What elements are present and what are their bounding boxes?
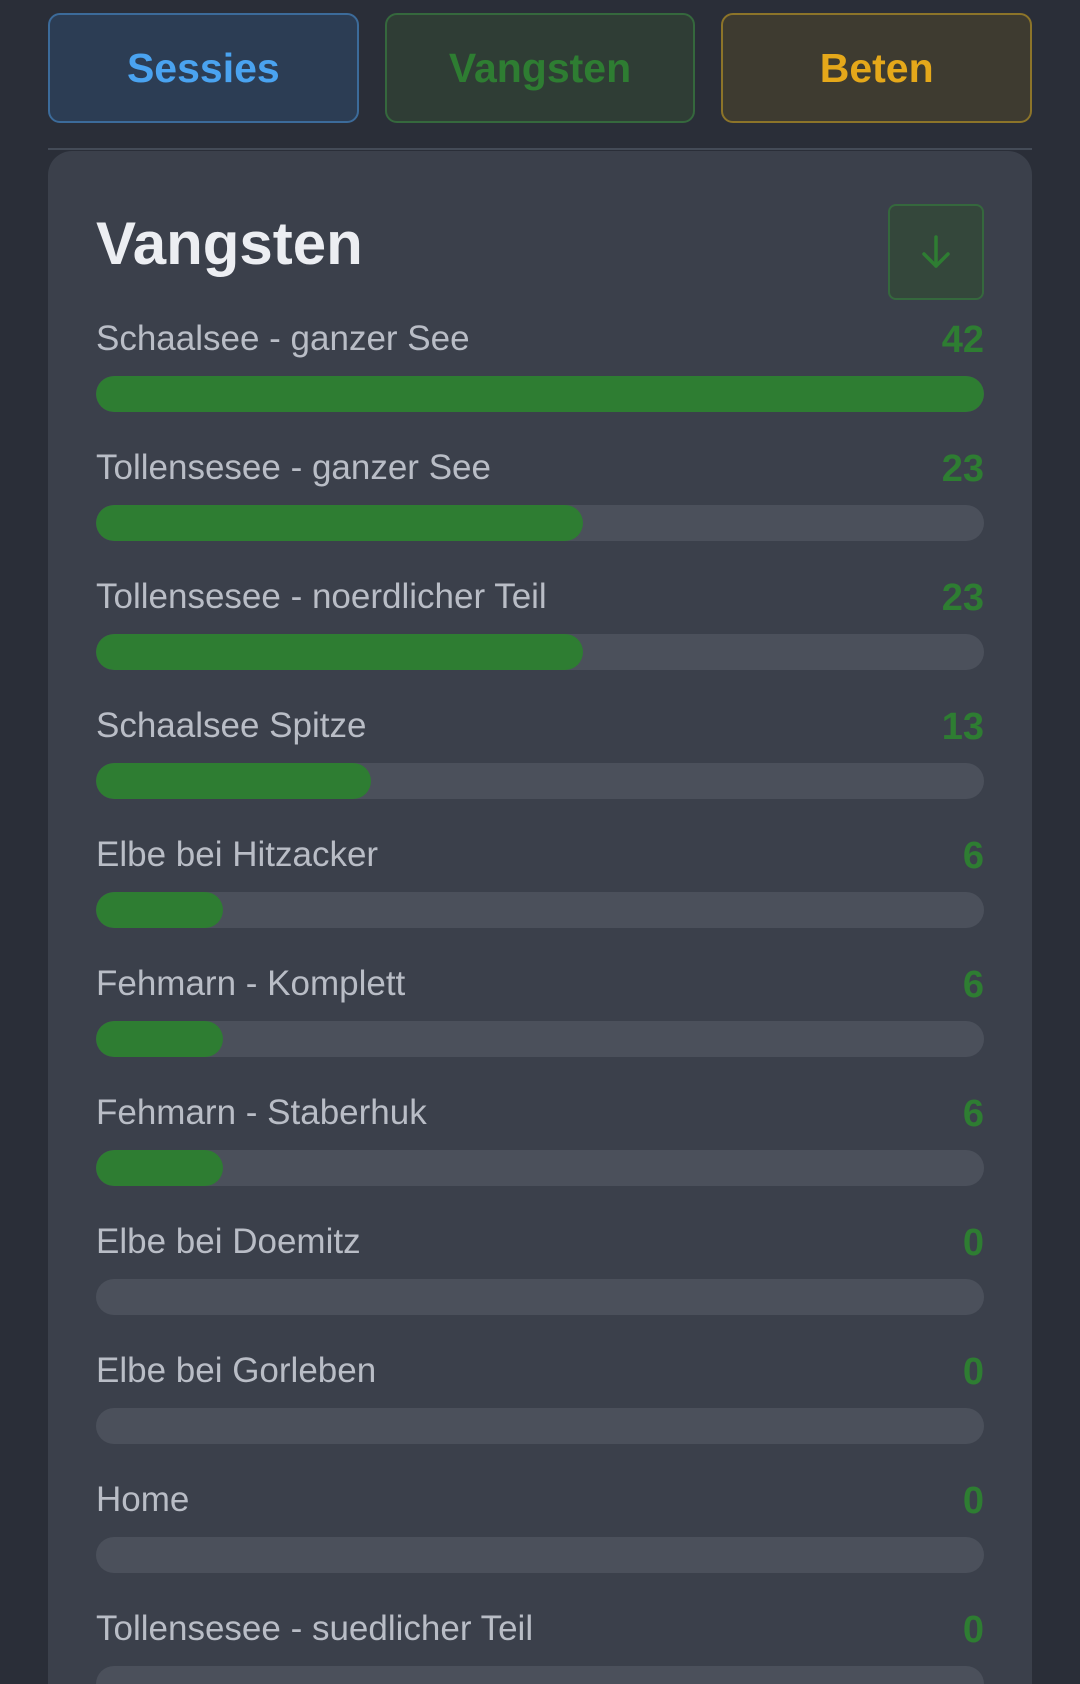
catch-count: 23 xyxy=(941,448,984,490)
catch-location-label: Elbe bei Doemitz xyxy=(96,1222,361,1261)
catch-location-label: Fehmarn - Staberhuk xyxy=(96,1093,427,1132)
catch-count: 0 xyxy=(962,1480,984,1522)
catch-location-label: Tollensesee - noerdlicher Teil xyxy=(96,577,547,616)
catch-bar-fill xyxy=(96,1021,223,1057)
tab-sessies[interactable]: Sessies xyxy=(48,13,359,123)
catch-row[interactable]: Elbe bei Hitzacker 6 xyxy=(96,835,984,964)
catch-row[interactable]: Elbe bei Doemitz 0 xyxy=(96,1222,984,1351)
catches-card: Vangsten Schaalsee - ganzer See 42 Tolle… xyxy=(48,151,1032,1684)
catch-row[interactable]: Elbe bei Gorleben 0 xyxy=(96,1351,984,1480)
catch-location-label: Home xyxy=(96,1480,190,1519)
catch-bar-fill xyxy=(96,376,984,412)
catch-bar-track xyxy=(96,634,984,670)
arrow-down-icon xyxy=(922,235,950,268)
catch-bar-track xyxy=(96,763,984,799)
catch-count: 6 xyxy=(962,964,984,1006)
catch-row[interactable]: Schaalsee Spitze 13 xyxy=(96,706,984,835)
catch-count: 0 xyxy=(962,1609,984,1651)
catch-count: 13 xyxy=(941,706,984,748)
catch-bar-track xyxy=(96,1408,984,1444)
card-title: Vangsten xyxy=(96,210,363,277)
catch-location-label: Elbe bei Gorleben xyxy=(96,1351,377,1390)
catch-location-label: Tollensesee - ganzer See xyxy=(96,448,491,487)
tab-vangsten[interactable]: Vangsten xyxy=(384,13,696,123)
divider xyxy=(48,148,1032,150)
catch-bar-track xyxy=(96,505,984,541)
catch-location-label: Schaalsee Spitze xyxy=(96,706,367,745)
catch-bar-track xyxy=(96,376,984,412)
catch-bar-fill xyxy=(96,892,223,928)
catch-count: 0 xyxy=(962,1222,984,1264)
catch-location-label: Tollensesee - suedlicher Teil xyxy=(96,1609,534,1648)
catch-bar-track xyxy=(96,1150,984,1186)
catch-bar-track xyxy=(96,1021,984,1057)
catch-count: 42 xyxy=(941,319,984,361)
catches-list: Schaalsee - ganzer See 42 Tollensesee - … xyxy=(96,319,984,1684)
catch-bar-track xyxy=(96,892,984,928)
tab-beten[interactable]: Beten xyxy=(721,13,1033,123)
catch-row[interactable]: Fehmarn - Staberhuk 6 xyxy=(96,1093,984,1222)
catch-bar-track xyxy=(96,1537,984,1573)
catch-row[interactable]: Tollensesee - suedlicher Teil 0 xyxy=(96,1609,984,1684)
tab-bar: Sessies Vangsten Beten xyxy=(48,13,1033,123)
download-button[interactable] xyxy=(888,204,984,300)
catch-row[interactable]: Tollensesee - ganzer See 23 xyxy=(96,448,984,577)
catch-count: 6 xyxy=(962,1093,984,1135)
catch-bar-track xyxy=(96,1666,984,1684)
catch-count: 6 xyxy=(962,835,984,877)
catch-bar-fill xyxy=(96,763,372,799)
catch-row[interactable]: Schaalsee - ganzer See 42 xyxy=(96,319,984,448)
catch-row[interactable]: Tollensesee - noerdlicher Teil 23 xyxy=(96,577,984,706)
catch-bar-fill xyxy=(96,634,583,670)
catch-location-label: Fehmarn - Komplett xyxy=(96,964,406,1003)
catch-location-label: Elbe bei Hitzacker xyxy=(96,835,379,874)
page: Sessies Vangsten Beten Vangsten Schaalse… xyxy=(0,0,1080,1684)
catch-count: 0 xyxy=(962,1351,984,1393)
catch-count: 23 xyxy=(941,577,984,619)
catch-row[interactable]: Fehmarn - Komplett 6 xyxy=(96,964,984,1093)
catch-row[interactable]: Home 0 xyxy=(96,1480,984,1609)
catch-bar-track xyxy=(96,1279,984,1315)
catch-bar-fill xyxy=(96,505,583,541)
catch-bar-fill xyxy=(96,1150,223,1186)
catch-location-label: Schaalsee - ganzer See xyxy=(96,319,470,358)
